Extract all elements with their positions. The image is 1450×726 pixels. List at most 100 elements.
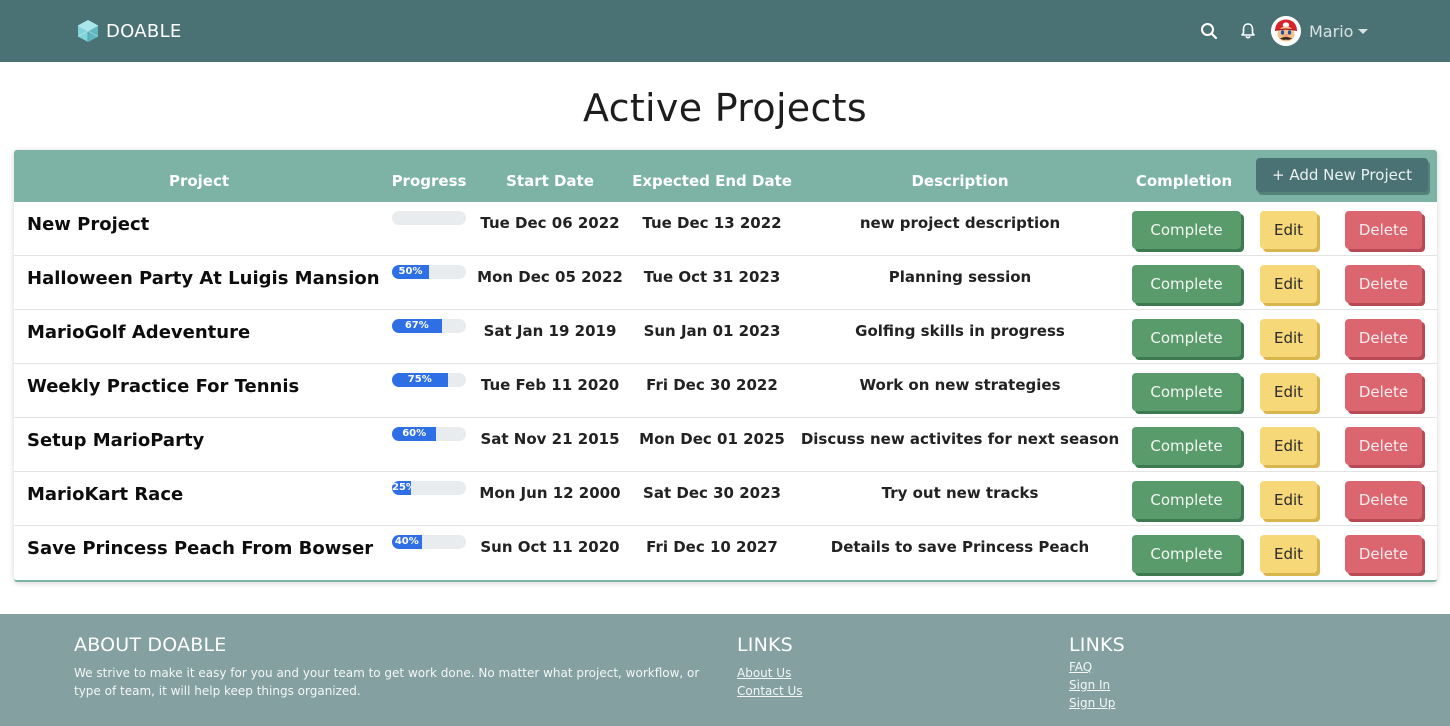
project-name: MarioKart Race — [27, 484, 184, 505]
start-date: Tue Dec 06 2022 — [480, 214, 620, 232]
end-date: Sat Dec 30 2023 — [643, 484, 781, 502]
progress-bar-fill: 50% — [392, 265, 429, 279]
delete-button[interactable]: Delete — [1345, 319, 1422, 357]
end-date: Tue Oct 31 2023 — [643, 268, 781, 286]
footer-link-contact-us[interactable]: Contact Us — [737, 682, 803, 700]
start-date: Sat Nov 21 2015 — [480, 430, 620, 448]
project-description: Details to save Princess Peach — [830, 538, 1090, 556]
edit-button[interactable]: Edit — [1260, 211, 1317, 249]
table-body: New Project Tue Dec 06 2022 Tue Dec 13 2… — [14, 202, 1437, 580]
table-row: Setup MarioParty 60% Sat Nov 21 2015 Mon… — [14, 418, 1437, 472]
avatar[interactable] — [1271, 16, 1301, 46]
edit-button[interactable]: Edit — [1260, 481, 1317, 519]
navbar: DOABLE Mario — [0, 0, 1450, 62]
footer-link-faq[interactable]: FAQ — [1069, 658, 1125, 676]
progress-bar-track: 50% — [392, 265, 466, 279]
progress-bar-track: 25% — [392, 481, 466, 495]
end-date: Tue Dec 13 2022 — [642, 214, 782, 232]
end-date: Sun Jan 01 2023 — [643, 322, 781, 340]
delete-button[interactable]: Delete — [1345, 535, 1422, 573]
project-name: Weekly Practice For Tennis — [27, 376, 300, 397]
progress-bar-track: 60% — [392, 427, 466, 441]
delete-button[interactable]: Delete — [1345, 265, 1422, 303]
delete-button[interactable]: Delete — [1345, 211, 1422, 249]
brand-name: DOABLE — [106, 20, 182, 42]
progress-bar-track: 67% — [392, 319, 466, 333]
complete-button[interactable]: Complete — [1132, 427, 1241, 465]
progress-bar-track: 40% — [392, 535, 466, 549]
table-row: MarioKart Race 25% Mon Jun 12 2000 Sat D… — [14, 472, 1437, 526]
footer-links-2: LINKS FAQ Sign In Sign Up — [1069, 634, 1125, 712]
progress-bar-track: 75% — [392, 373, 466, 387]
project-description: Planning session — [888, 268, 1032, 286]
header-project: Project — [168, 172, 230, 190]
project-description: Golfing skills in progress — [855, 322, 1065, 340]
header-start-date: Start Date — [506, 172, 594, 190]
footer: ABOUT DOABLE We strive to make it easy f… — [0, 614, 1450, 726]
edit-button[interactable]: Edit — [1260, 319, 1317, 357]
complete-button[interactable]: Complete — [1132, 481, 1241, 519]
footer-link-about-us[interactable]: About Us — [737, 664, 803, 682]
cube-logo-icon — [77, 20, 99, 42]
edit-button[interactable]: Edit — [1260, 265, 1317, 303]
progress-bar-fill: 67% — [392, 319, 442, 333]
table-row: Halloween Party At Luigis Mansion 50% Mo… — [14, 256, 1437, 310]
start-date: Sun Oct 11 2020 — [480, 538, 620, 556]
user-name: Mario — [1309, 21, 1354, 41]
delete-button[interactable]: Delete — [1345, 427, 1422, 465]
add-project-label: + Add New Project — [1272, 166, 1412, 184]
end-date: Fri Dec 30 2022 — [646, 376, 778, 394]
projects-table: Project Progress Start Date Expected End… — [14, 150, 1437, 582]
delete-button[interactable]: Delete — [1345, 373, 1422, 411]
table-row: MarioGolf Adeventure 67% Sat Jan 19 2019… — [14, 310, 1437, 364]
project-description: Discuss new activites for next season — [800, 430, 1120, 448]
user-menu-toggle[interactable]: Mario — [1309, 21, 1369, 41]
start-date: Sat Jan 19 2019 — [483, 322, 617, 340]
end-date: Fri Dec 10 2027 — [646, 538, 778, 556]
add-new-project-button[interactable]: + Add New Project — [1256, 158, 1428, 192]
footer-link-sign-in[interactable]: Sign In — [1069, 676, 1125, 694]
edit-button[interactable]: Edit — [1260, 427, 1317, 465]
footer-links-heading: LINKS — [737, 634, 793, 656]
page-title: Active Projects — [583, 86, 867, 130]
header-description: Description — [911, 172, 1009, 190]
end-date: Mon Dec 01 2025 — [639, 430, 785, 448]
complete-button[interactable]: Complete — [1132, 535, 1241, 573]
table-row: Weekly Practice For Tennis 75% Tue Feb 1… — [14, 364, 1437, 418]
footer-link-sign-up[interactable]: Sign Up — [1069, 694, 1125, 712]
project-name: MarioGolf Adeventure — [27, 322, 251, 343]
footer-about-heading: ABOUT DOABLE — [74, 634, 227, 656]
navbar-actions: Mario — [1196, 16, 1369, 46]
project-name: Save Princess Peach From Bowser — [27, 538, 374, 559]
footer-links-heading: LINKS — [1069, 634, 1125, 656]
header-progress: Progress — [391, 172, 467, 190]
footer-about: ABOUT DOABLE We strive to make it easy f… — [74, 634, 714, 700]
table-row: New Project Tue Dec 06 2022 Tue Dec 13 2… — [14, 202, 1437, 256]
bell-icon[interactable] — [1237, 20, 1259, 42]
search-icon[interactable] — [1198, 20, 1220, 42]
delete-button[interactable]: Delete — [1345, 481, 1422, 519]
progress-bar-fill: 40% — [392, 535, 422, 549]
progress-bar-fill: 60% — [392, 427, 437, 441]
complete-button[interactable]: Complete — [1132, 319, 1241, 357]
header-completion: Completion — [1135, 172, 1233, 190]
project-name: New Project — [27, 214, 150, 235]
header-end-date: Expected End Date — [632, 172, 792, 190]
footer-links-1: LINKS About Us Contact Us — [737, 634, 803, 700]
complete-button[interactable]: Complete — [1132, 211, 1241, 249]
chevron-down-icon — [1358, 29, 1369, 34]
table-header: Project Progress Start Date Expected End… — [14, 150, 1437, 202]
footer-about-text: We strive to make it easy for you and yo… — [74, 666, 700, 698]
edit-button[interactable]: Edit — [1260, 535, 1317, 573]
progress-bar-fill: 75% — [392, 373, 448, 387]
start-date: Mon Dec 05 2022 — [477, 268, 623, 286]
brand-link[interactable]: DOABLE — [76, 19, 182, 43]
complete-button[interactable]: Complete — [1132, 265, 1241, 303]
edit-button[interactable]: Edit — [1260, 373, 1317, 411]
start-date: Mon Jun 12 2000 — [479, 484, 621, 502]
project-description: new project description — [859, 214, 1061, 232]
table-row: Save Princess Peach From Bowser 40% Sun … — [14, 526, 1437, 580]
start-date: Tue Feb 11 2020 — [480, 376, 620, 394]
complete-button[interactable]: Complete — [1132, 373, 1241, 411]
project-name: Halloween Party At Luigis Mansion — [27, 268, 380, 289]
